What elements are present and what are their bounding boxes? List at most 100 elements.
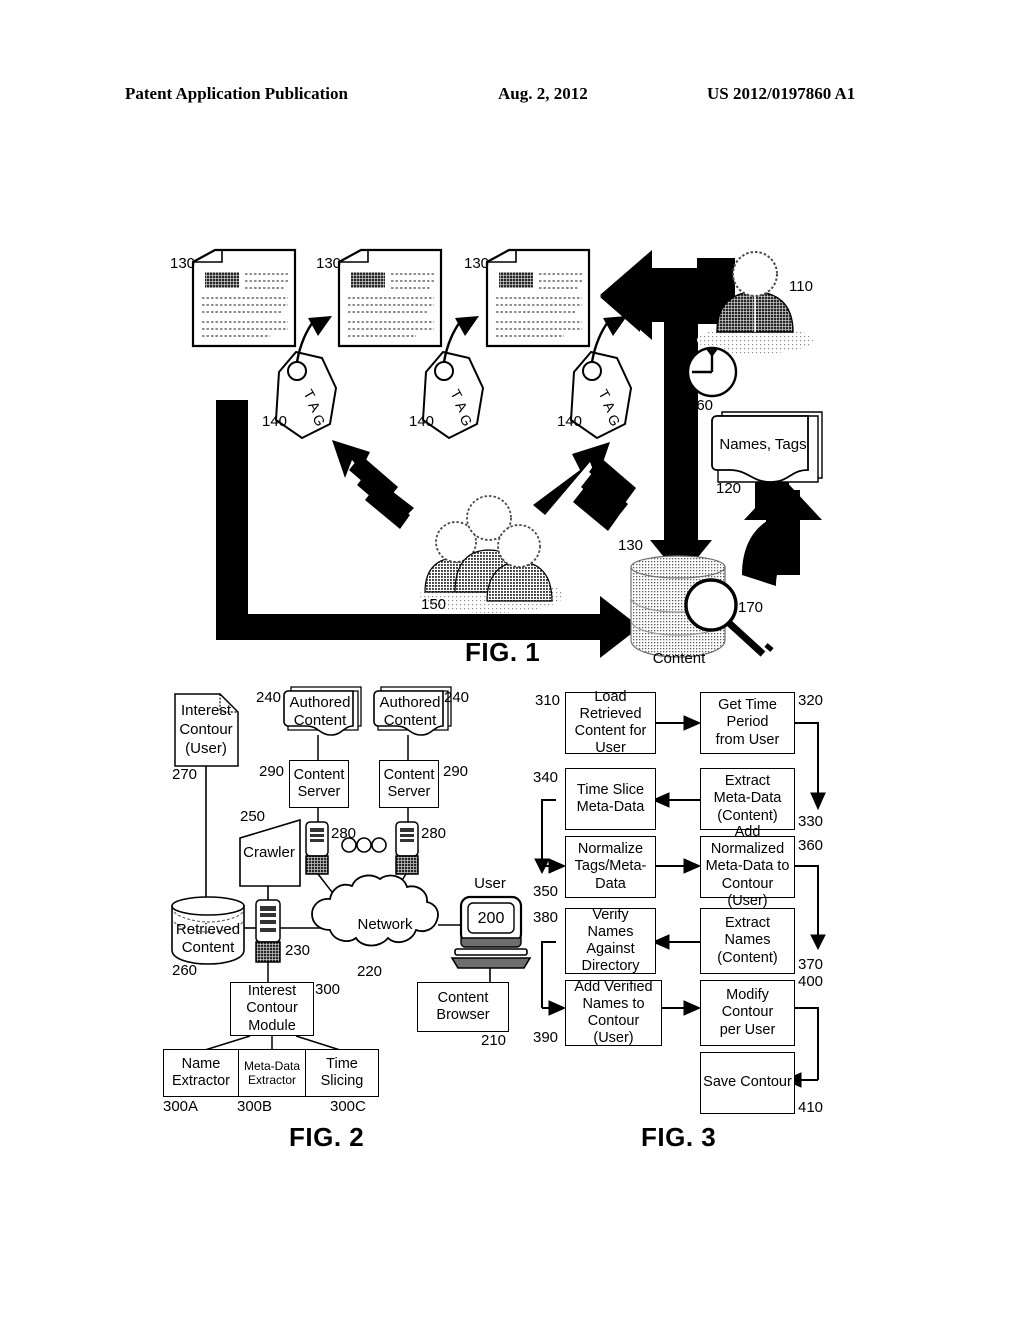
- fig3-step-350: Normalize Tags/Meta-Data: [565, 836, 656, 898]
- fig1-group-ref: 150: [421, 596, 447, 613]
- content-browser-line2: Browser: [436, 1007, 490, 1023]
- step-390-line1: Add Verified: [574, 978, 653, 995]
- fig2-crawler-label: Crawler: [243, 844, 295, 861]
- fig3-step-330: Extract Meta-Data (Content): [700, 768, 795, 830]
- fig1-tag2-ref: 140: [409, 413, 435, 430]
- fig2-content-browser: Content Browser: [417, 982, 509, 1032]
- fig2-250-ref: 250: [240, 808, 266, 825]
- fig2-230-ref: 230: [285, 942, 311, 959]
- fig3-step-380: Verify Names Against Directory: [565, 906, 656, 974]
- step-320-line2: from User: [715, 731, 780, 748]
- step-360-line2: Meta-Data to: [705, 858, 790, 875]
- fig2-290-ref-a: 290: [259, 763, 285, 780]
- fig1-arrow-diagonal-left: [332, 440, 414, 529]
- fig2-router-2: [395, 821, 419, 875]
- retrieved-line1: Retrieved: [175, 921, 241, 938]
- fig3-330-ref: 330: [798, 813, 824, 830]
- step-390-line3: Contour (User): [587, 1013, 640, 1047]
- fig2-content-server-1: Content Server: [289, 760, 349, 808]
- authored-1-line2: Content: [293, 712, 347, 729]
- fig1-arrow-down-big: [650, 320, 712, 578]
- fig2-290-ref-b: 290: [443, 763, 469, 780]
- metadata-extractor-line2: Extractor: [247, 1073, 296, 1087]
- interest-contour-line3: (User): [185, 739, 227, 757]
- fig3-step-310: Load Retrieved Content for User: [565, 688, 656, 757]
- svg-text:G: G: [604, 412, 623, 429]
- step-380-line1: Verify Names: [587, 906, 634, 940]
- fig3-step-390: Add Verified Names to Contour (User): [565, 978, 662, 1047]
- svg-text:A: A: [600, 399, 619, 416]
- step-370-line2: (Content): [717, 949, 778, 966]
- fig1-document-2: [337, 248, 443, 348]
- fig2-metadata-extractor: Meta-Data Extractor: [239, 1049, 305, 1097]
- publication-number: US 2012/0197860 A1: [707, 84, 856, 103]
- step-310-line2: Content for User: [574, 723, 647, 757]
- svg-text:A: A: [452, 399, 471, 416]
- content-browser-line1: Content: [437, 989, 489, 1006]
- step-340-line2: Meta-Data: [576, 799, 645, 815]
- step-330-line3: (Content): [717, 807, 778, 824]
- fig1-document-3: [485, 248, 591, 348]
- fig3-step-410: Save Contour: [700, 1052, 795, 1114]
- fig3-caption: FIG. 3: [641, 1122, 717, 1152]
- fig1-arrow-hook-right: [742, 512, 800, 586]
- fig2-260-ref: 260: [172, 962, 198, 979]
- fig2-line-280-cloud-a: [317, 873, 343, 906]
- fig1-arrow-diagonal-right: [533, 442, 636, 531]
- fig3-340-ref: 340: [533, 769, 559, 786]
- fig3-step-360: Add Normalized Meta-Data to Contour (Use…: [700, 824, 795, 909]
- content-server-1-line1: Content: [293, 766, 345, 783]
- time-slicing-line2: Slicing: [320, 1073, 364, 1089]
- fig2-caption: FIG. 2: [289, 1122, 365, 1152]
- step-330-line1: Extract: [724, 773, 771, 790]
- fig3-310-ref: 310: [535, 692, 561, 709]
- authored-1-line1: Authored: [289, 694, 351, 711]
- module-line1: Interest: [247, 983, 297, 1000]
- fig2-content-server-2: Content Server: [379, 760, 439, 808]
- fig1-content-label: Content: [652, 650, 706, 667]
- metadata-extractor-line1: Meta-Data: [243, 1058, 301, 1073]
- step-340-line1: Time Slice: [576, 781, 645, 798]
- fig1-magnifier-170: [684, 578, 774, 657]
- fig1-arrow-left-tail: [697, 258, 735, 324]
- fig2-name-extractor: Name Extractor: [163, 1049, 239, 1097]
- fig1-arrow-left-big: [600, 262, 712, 332]
- svg-text:T: T: [447, 387, 465, 403]
- fig2-line-280-cloud-b: [385, 873, 407, 906]
- fig1-clock-ref: 160: [688, 397, 714, 414]
- fig2-router-1: [305, 821, 329, 875]
- fig2-authored-1-text: Authored Content: [287, 694, 353, 730]
- step-410-line1: Save Contour: [703, 1074, 792, 1091]
- fig3-390-ref: 390: [533, 1029, 559, 1046]
- fig1-doc1-ref: 130: [170, 255, 196, 272]
- fig2-270-ref: 270: [172, 766, 198, 783]
- svg-text:G: G: [309, 412, 328, 429]
- fig2-retrieved-content-text: Retrieved Content: [175, 921, 241, 957]
- interest-contour-line1: Interest: [180, 702, 232, 719]
- fig1-clock-160: [686, 346, 738, 398]
- step-390-line2: Names to: [582, 995, 645, 1012]
- fig3-350-ref: 350: [533, 883, 559, 900]
- step-320-line1: Get Time Period: [718, 697, 777, 731]
- fig2-300B-ref: 300B: [237, 1098, 273, 1115]
- fig3-step-400: Modify Contour per User: [700, 980, 795, 1046]
- content-server-2-line1: Content: [383, 766, 435, 783]
- fig2-server-230: [255, 899, 281, 963]
- module-line2: Contour: [246, 1000, 298, 1017]
- fig2-user-label: User: [474, 875, 506, 892]
- fig2-300-ref: 300: [315, 981, 341, 998]
- fig3-360-ref: 360: [798, 837, 824, 854]
- step-380-line2: Against: [586, 941, 635, 957]
- name-extractor-line2: Extractor: [171, 1073, 230, 1089]
- fig2-280-ref-b: 280: [421, 825, 447, 842]
- page-header: Patent Application Publication Aug. 2, 2…: [0, 84, 1024, 112]
- fig2-280-ref-a: 280: [331, 825, 357, 842]
- fig2-220-ref: 220: [357, 963, 383, 980]
- fig2-210-ref: 210: [481, 1032, 507, 1049]
- fig1-document-1: [191, 248, 297, 348]
- step-310-line1: Load Retrieved: [579, 688, 642, 722]
- svg-text:T: T: [595, 387, 613, 403]
- fig1-content-store: [630, 555, 726, 658]
- fig1-tag3-ref: 140: [557, 413, 583, 430]
- fig1-content-ref: 130: [618, 537, 644, 554]
